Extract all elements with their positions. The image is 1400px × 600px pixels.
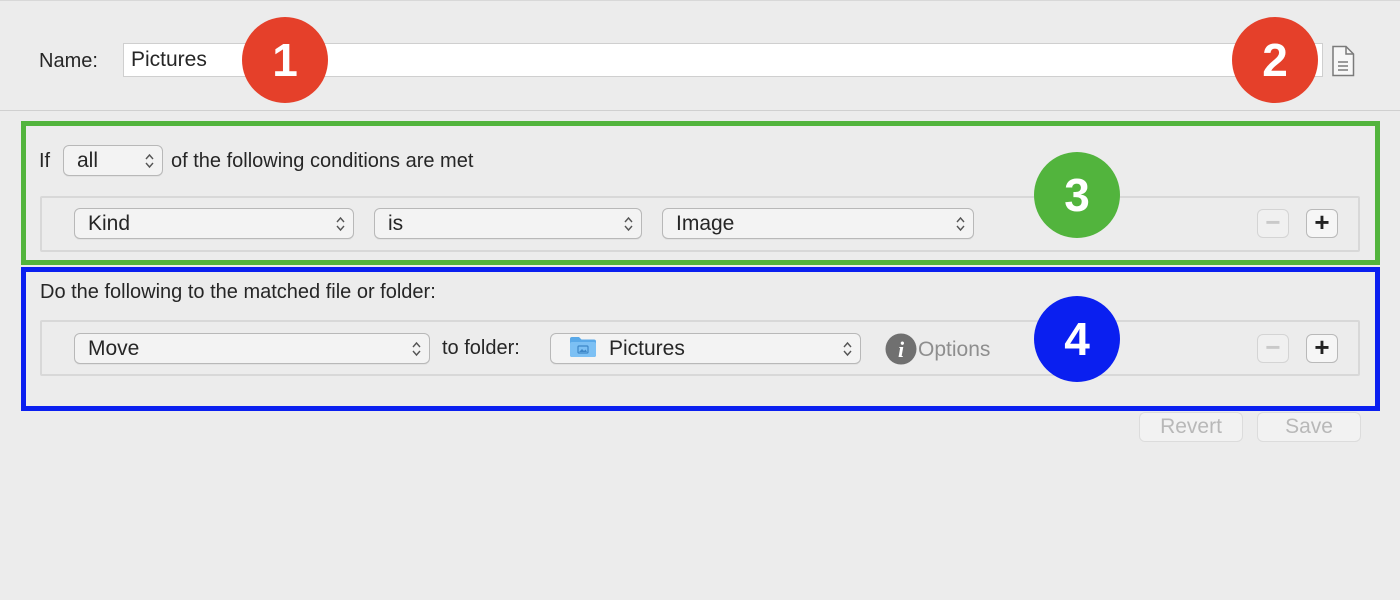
- condition-value-value: Image: [676, 212, 735, 235]
- svg-text:i: i: [898, 337, 905, 362]
- chevron-updown-icon: [145, 153, 154, 169]
- match-mode-popup[interactable]: all: [63, 145, 163, 176]
- annotation-badge-1: 1: [242, 17, 328, 103]
- condition-attribute-value: Kind: [88, 212, 131, 235]
- condition-operator-value: is: [388, 212, 404, 235]
- rule-editor-window: Name: Pictures If all of the following c…: [0, 0, 1400, 600]
- chevron-updown-icon: [843, 341, 852, 357]
- remove-action-button[interactable]: −: [1257, 334, 1289, 363]
- condition-attribute-popup[interactable]: Kind: [74, 208, 354, 239]
- header-divider: [0, 110, 1400, 111]
- add-condition-button[interactable]: +: [1306, 209, 1338, 238]
- match-mode-value: all: [77, 149, 99, 172]
- name-label: Name:: [39, 50, 98, 72]
- info-icon[interactable]: i: [885, 333, 917, 365]
- chevron-updown-icon: [624, 216, 633, 232]
- remove-condition-button[interactable]: −: [1257, 209, 1289, 238]
- annotation-badge-2: 2: [1232, 17, 1318, 103]
- save-button[interactable]: Save: [1257, 412, 1361, 442]
- folder-value: Pictures: [609, 337, 685, 360]
- conditions-prefix: If: [39, 150, 51, 172]
- chevron-updown-icon: [956, 216, 965, 232]
- annotation-badge-3: 3: [1034, 152, 1120, 238]
- conditions-suffix: of the following conditions are met: [171, 150, 474, 172]
- document-icon[interactable]: [1330, 45, 1356, 77]
- folder-icon: [570, 337, 596, 358]
- chevron-updown-icon: [412, 341, 421, 357]
- revert-button[interactable]: Revert: [1139, 412, 1243, 442]
- action-popup[interactable]: Move: [74, 333, 430, 364]
- condition-value-popup[interactable]: Image: [662, 208, 974, 239]
- chevron-updown-icon: [336, 216, 345, 232]
- actions-heading: Do the following to the matched file or …: [40, 281, 436, 303]
- add-action-button[interactable]: +: [1306, 334, 1338, 363]
- options-link[interactable]: Options: [918, 338, 990, 362]
- annotation-badge-4: 4: [1034, 296, 1120, 382]
- to-folder-label: to folder:: [442, 337, 520, 359]
- condition-operator-popup[interactable]: is: [374, 208, 642, 239]
- folder-popup[interactable]: Pictures: [550, 333, 861, 364]
- action-value: Move: [88, 337, 140, 360]
